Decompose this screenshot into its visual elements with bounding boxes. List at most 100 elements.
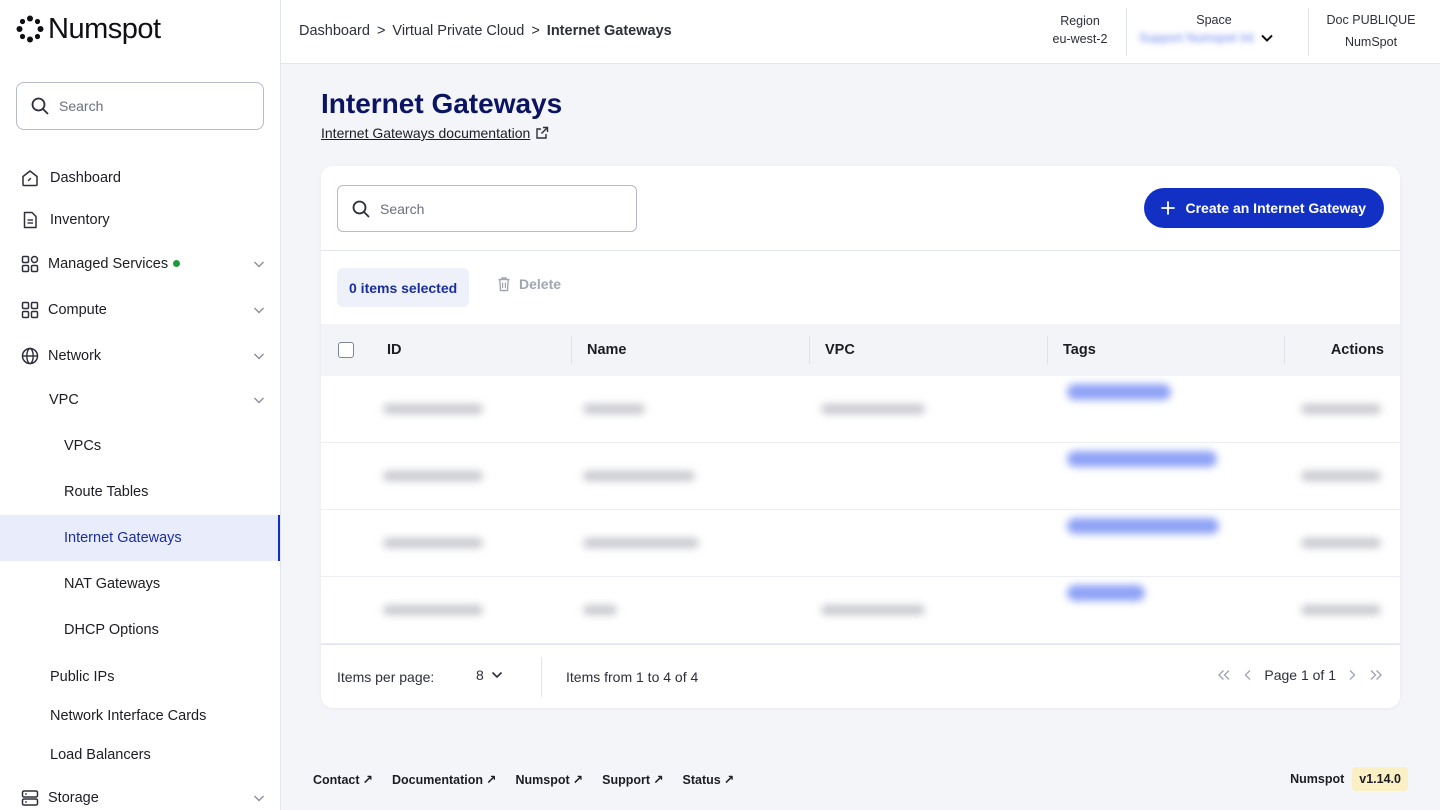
- column-header-name[interactable]: Name: [587, 324, 627, 376]
- sidebar-item-managed-services[interactable]: Managed Services: [0, 242, 280, 286]
- first-page-button[interactable]: [1216, 668, 1232, 682]
- numspot-logo[interactable]: Numspot: [16, 12, 161, 46]
- space-label: Space: [1196, 13, 1232, 27]
- doc-label: Doc PUBLIQUE: [1326, 13, 1416, 27]
- select-all-checkbox[interactable]: [338, 342, 354, 358]
- sidebar-item-label: Public IPs: [50, 669, 115, 685]
- sidebar-item-vpc[interactable]: VPC: [0, 378, 280, 422]
- footer-link-numspot[interactable]: Numspot ↗: [515, 772, 583, 788]
- sidebar-item-internet-gateways[interactable]: Internet Gateways: [0, 515, 280, 561]
- sidebar-search-input[interactable]: [59, 98, 239, 114]
- sidebar-item-inventory[interactable]: Inventory: [0, 198, 280, 242]
- sidebar-item-label: Dashboard: [50, 170, 121, 186]
- items-per-page-select[interactable]: 8: [476, 667, 504, 683]
- column-header-vpc[interactable]: VPC: [825, 324, 855, 376]
- chevron-down-icon: [1260, 34, 1273, 42]
- footer-link-label: Status: [682, 772, 721, 787]
- space-value-wrap: Support Numspot Int: [1139, 31, 1289, 45]
- delete-button[interactable]: Delete: [497, 276, 561, 292]
- trash-icon: [498, 277, 510, 292]
- footer-link-contact[interactable]: Contact ↗: [313, 772, 373, 788]
- sidebar-item-label: Route Tables: [64, 484, 149, 500]
- table-search-input[interactable]: [380, 200, 610, 217]
- logo-text: Numspot: [48, 12, 161, 45]
- footer-link-label: Contact: [313, 772, 360, 787]
- sidebar-item-public-ips[interactable]: Public IPs: [0, 655, 280, 699]
- breadcrumb: Dashboard > Virtual Private Cloud > Inte…: [299, 23, 672, 39]
- pagination: Items per page: 8 Items from 1 to 4 of 4…: [321, 644, 1400, 708]
- blurred-tag-chip: [1067, 384, 1171, 400]
- create-internet-gateway-button[interactable]: Create an Internet Gateway: [1144, 188, 1384, 228]
- items-range-text: Items from 1 to 4 of 4: [566, 669, 699, 685]
- sidebar-search[interactable]: [16, 82, 264, 130]
- home-icon: [20, 168, 40, 188]
- footer-links: Contact ↗ Documentation ↗ Numspot ↗ Support…: [313, 772, 735, 788]
- sidebar-item-storage[interactable]: Storage: [0, 776, 280, 810]
- table-row[interactable]: [321, 510, 1400, 577]
- sidebar-item-label: Storage: [48, 790, 99, 806]
- chevrons-right-icon: [1370, 670, 1382, 680]
- sidebar-item-label: Inventory: [50, 212, 110, 228]
- doc-selector[interactable]: Doc PUBLIQUE NumSpot: [1321, 13, 1421, 49]
- previous-page-button[interactable]: [1242, 668, 1254, 682]
- sidebar-item-network-interface-cards[interactable]: Network Interface Cards: [0, 694, 280, 738]
- storage-icon: [20, 788, 40, 808]
- sidebar-item-label: Network Interface Cards: [50, 708, 207, 724]
- breadcrumb-item-dashboard[interactable]: Dashboard: [299, 23, 370, 39]
- pager-divider: [541, 657, 542, 697]
- chevron-down-icon: [254, 397, 264, 404]
- page-title: Internet Gateways: [321, 88, 563, 119]
- sidebar-item-label-wrap: Managed Services: [48, 256, 181, 272]
- region-label: Region: [1060, 14, 1100, 28]
- gateways-card: Create an Internet Gateway 0 items selec…: [321, 166, 1400, 708]
- globe-icon: [20, 346, 40, 366]
- sidebar-item-dashboard[interactable]: Dashboard: [0, 156, 280, 200]
- footer-link-documentation[interactable]: Documentation ↗: [392, 772, 496, 788]
- footer-link-status[interactable]: Status ↗: [682, 772, 735, 788]
- column-divider: [1284, 336, 1285, 364]
- sidebar-item-compute[interactable]: Compute: [0, 288, 280, 332]
- items-per-page-label: Items per page:: [337, 669, 435, 685]
- column-header-tags[interactable]: Tags: [1063, 324, 1096, 376]
- sidebar-item-label: VPC: [49, 392, 79, 408]
- selection-count-badge: 0 items selected: [337, 268, 470, 307]
- table-row[interactable]: [321, 376, 1400, 443]
- next-page-button[interactable]: [1346, 668, 1358, 682]
- footer-link-support[interactable]: Support ↗: [602, 772, 663, 788]
- search-icon: [352, 200, 370, 217]
- blurred-name-cell: [583, 605, 617, 615]
- documentation-link[interactable]: Internet Gateways documentation: [321, 125, 549, 141]
- table-row[interactable]: [321, 577, 1400, 644]
- header-divider: [1308, 8, 1309, 56]
- table-row[interactable]: [321, 443, 1400, 510]
- sidebar-item-nat-gateways[interactable]: NAT Gateways: [0, 562, 280, 606]
- blurred-name-cell: [583, 538, 699, 548]
- blurred-id-cell: [383, 471, 483, 481]
- sidebar-item-load-balancers[interactable]: Load Balancers: [0, 733, 280, 777]
- column-header-id[interactable]: ID: [387, 324, 402, 376]
- chevron-left-icon: [1244, 670, 1251, 680]
- space-selector[interactable]: Space Support Numspot Int: [1139, 13, 1289, 45]
- table-header: ID Name VPC Tags Actions: [321, 324, 1400, 376]
- sidebar-item-dhcp-options[interactable]: DHCP Options: [0, 608, 280, 652]
- sidebar-item-label: Network: [48, 348, 102, 364]
- footer-version: Numspot v1.14.0: [1290, 767, 1408, 791]
- column-header-actions: Actions: [1330, 342, 1384, 358]
- sidebar-item-label: Compute: [48, 302, 107, 318]
- footer-link-label: Documentation: [392, 772, 483, 787]
- plus-icon: [1161, 201, 1176, 215]
- last-page-button[interactable]: [1368, 668, 1384, 682]
- region-selector[interactable]: Region eu-west-2: [1048, 14, 1112, 46]
- sidebar-item-network[interactable]: Network: [0, 334, 280, 378]
- sidebar-item-route-tables[interactable]: Route Tables: [0, 470, 280, 514]
- sidebar-item-vpcs[interactable]: VPCs: [0, 424, 280, 468]
- page-indicator: Page 1 of 1: [1264, 667, 1336, 683]
- chevron-right-icon: [1349, 670, 1356, 680]
- blurred-id-cell: [383, 538, 483, 548]
- breadcrumb-item-vpc[interactable]: Virtual Private Cloud: [392, 23, 524, 39]
- sidebar-item-label: Load Balancers: [50, 747, 151, 763]
- external-arrow-icon: ↗: [723, 773, 735, 787]
- space-value: Support Numspot Int: [1139, 31, 1254, 45]
- doc-value: NumSpot: [1344, 35, 1398, 49]
- table-search[interactable]: [337, 185, 637, 232]
